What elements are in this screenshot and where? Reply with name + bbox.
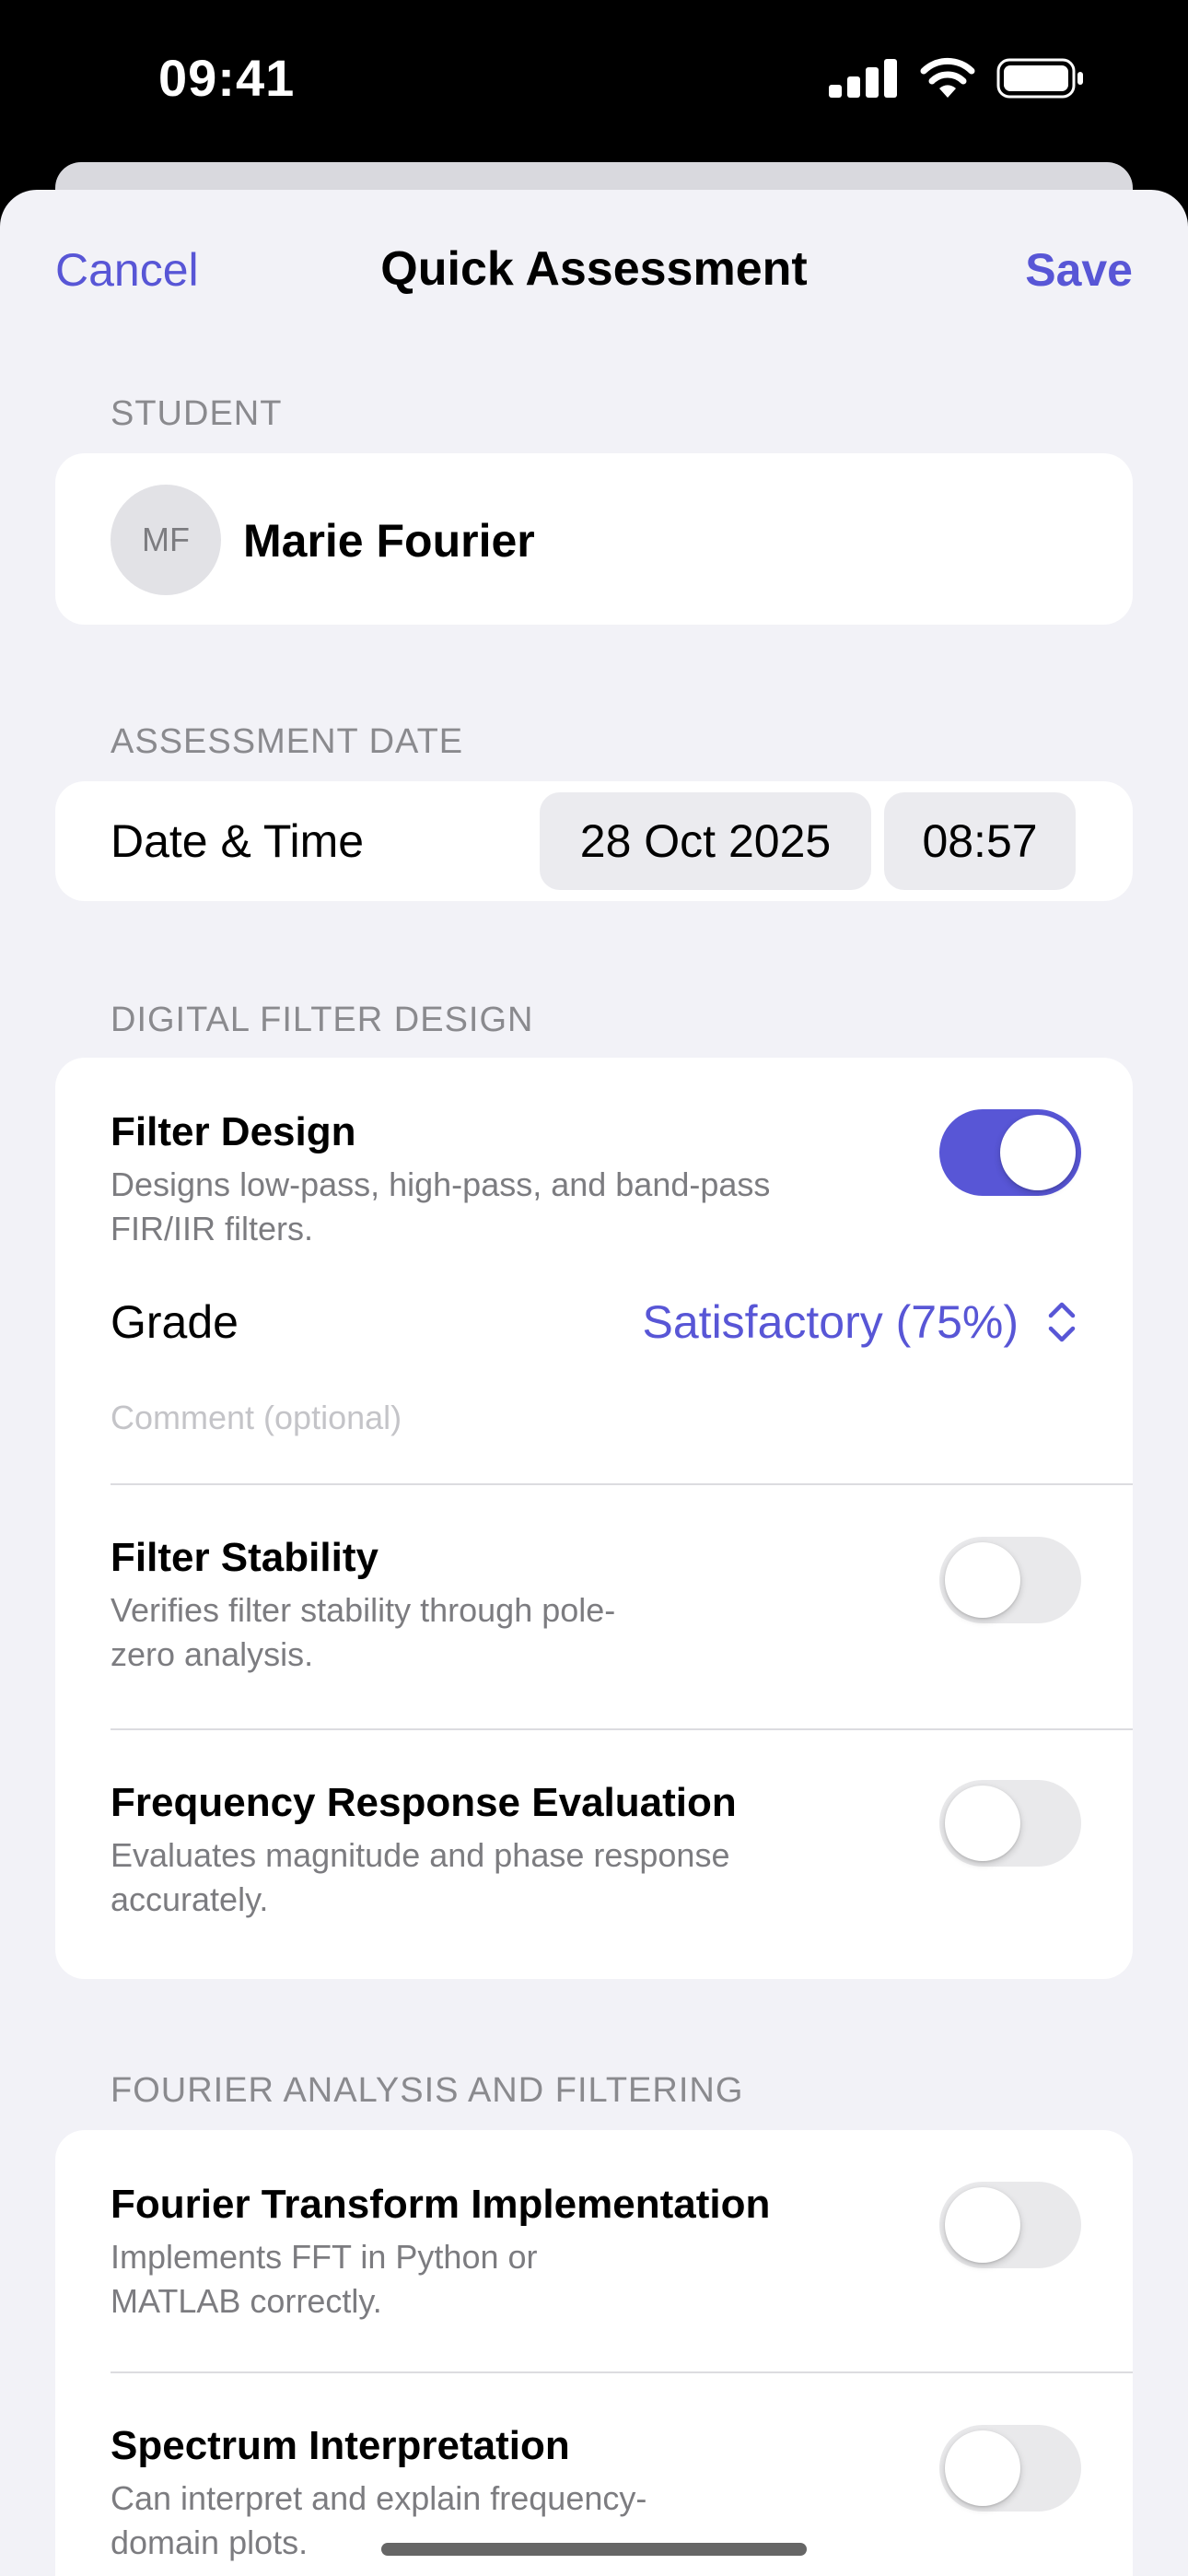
toggle-knob xyxy=(945,2187,1020,2263)
item-description-line: FIR/IIR filters. xyxy=(111,1210,314,1247)
section-header-assessment-date: ASSESSMENT DATE xyxy=(111,722,464,761)
time-picker[interactable]: 08:57 xyxy=(884,792,1076,890)
save-button[interactable]: Save xyxy=(1025,243,1133,297)
item-title: Filter Design xyxy=(111,1109,356,1154)
grade-label: Grade xyxy=(111,1296,239,1348)
fourier-transform-toggle[interactable] xyxy=(939,2182,1081,2268)
item-description-line: MATLAB correctly. xyxy=(111,2282,382,2320)
spectrum-interpretation-toggle[interactable] xyxy=(939,2425,1081,2512)
toggle-knob xyxy=(1000,1115,1076,1190)
item-description-line: Can interpret and explain frequency- xyxy=(111,2479,647,2517)
date-time-label: Date & Time xyxy=(111,815,365,867)
item-description: Designs low-pass, high-pass, and band-pa… xyxy=(111,1163,770,1251)
item-description-line: Designs low-pass, high-pass, and band-pa… xyxy=(111,1165,771,1203)
section-header-digital-filter: DIGITAL FILTER DESIGN xyxy=(111,1001,534,1039)
item-title: Frequency Response Evaluation xyxy=(111,1780,737,1825)
frequency-response-toggle[interactable] xyxy=(939,1780,1081,1867)
item-description-line: accurately. xyxy=(111,1880,269,1918)
item-description: Verifies filter stability through pole- … xyxy=(111,1588,615,1677)
assessment-sheet: Cancel Quick Assessment Save STUDENT MF … xyxy=(0,190,1188,2576)
toggle-knob xyxy=(945,2430,1020,2506)
avatar: MF xyxy=(111,485,221,595)
status-bar: 09:41 xyxy=(0,0,1188,166)
home-indicator[interactable] xyxy=(381,2543,807,2556)
digital-filter-card: Filter Design Designs low-pass, high-pas… xyxy=(55,1058,1133,1979)
item-description-line: Evaluates magnitude and phase response xyxy=(111,1836,730,1874)
divider xyxy=(111,1728,1133,1730)
grade-picker[interactable]: Satisfactory (75%) xyxy=(643,1295,1019,1349)
wifi-icon xyxy=(920,57,975,98)
battery-icon xyxy=(996,58,1083,99)
item-description: Implements FFT in Python or MATLAB corre… xyxy=(111,2235,538,2324)
item-description-line: zero analysis. xyxy=(111,1635,314,1673)
student-card[interactable]: MF Marie Fourier xyxy=(55,453,1133,625)
section-header-fourier: FOURIER ANALYSIS AND FILTERING xyxy=(111,2071,744,2110)
date-picker[interactable]: 28 Oct 2025 xyxy=(540,792,871,890)
item-title: Spectrum Interpretation xyxy=(111,2423,570,2468)
item-description-line: Verifies filter stability through pole- xyxy=(111,1591,616,1629)
toggle-knob xyxy=(945,1542,1020,1618)
filter-stability-toggle[interactable] xyxy=(939,1537,1081,1623)
page-title: Quick Assessment xyxy=(380,242,808,296)
comment-input[interactable]: Comment (optional) xyxy=(111,1399,402,1437)
status-time: 09:41 xyxy=(158,49,296,107)
item-description: Evaluates magnitude and phase response a… xyxy=(111,1833,729,1922)
section-header-student: STUDENT xyxy=(111,394,283,433)
student-name: Marie Fourier xyxy=(243,515,535,567)
cellular-signal-icon xyxy=(829,59,897,98)
item-title: Filter Stability xyxy=(111,1535,379,1580)
divider xyxy=(111,2371,1133,2373)
status-icons xyxy=(829,57,1085,100)
item-description-line: Implements FFT in Python or xyxy=(111,2238,538,2276)
divider xyxy=(111,1483,1133,1485)
toggle-knob xyxy=(945,1786,1020,1861)
fourier-card: Fourier Transform Implementation Impleme… xyxy=(55,2130,1133,2576)
item-title: Fourier Transform Implementation xyxy=(111,2182,771,2227)
date-time-card: Date & Time 28 Oct 2025 08:57 xyxy=(55,781,1133,901)
filter-design-toggle[interactable] xyxy=(939,1109,1081,1196)
chevron-up-down-icon[interactable] xyxy=(1046,1299,1077,1345)
